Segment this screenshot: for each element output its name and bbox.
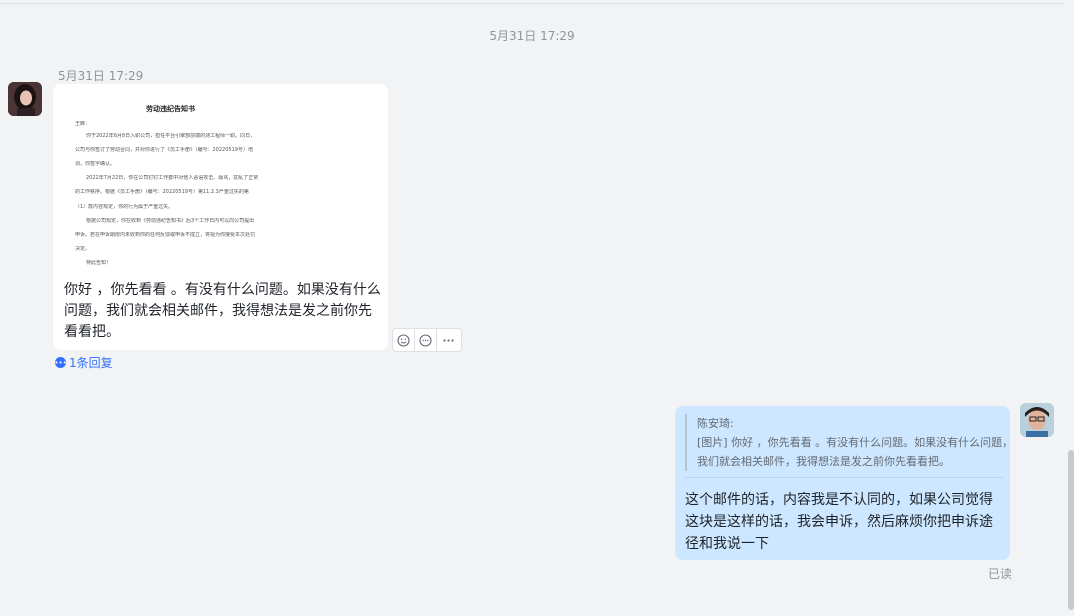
document-line: 根据公司规定，你在收到《劳动违纪告知书》后3个工作日内可以向公司提出 [86, 218, 255, 224]
avatar[interactable] [8, 82, 42, 116]
document-line: 2022年7月22日，你在公司钉钉工作群中对他人恶语攻击、辱骂，扰乱了正常 [86, 175, 259, 181]
document-line: 公司与你签订了劳动合同，并对你进行了《员工手册》（编号：20220519号）培 [75, 147, 253, 153]
reply-bubble-icon: ••• [54, 357, 67, 368]
more-icon[interactable] [437, 329, 459, 351]
date-separator: 5月31日 17:29 [489, 29, 575, 43]
quote-author: 陈安琦: [697, 417, 734, 430]
top-divider [0, 3, 1064, 4]
message-text: 这个邮件的话，内容我是不认同的，如果公司觉得这块是这样的话，我会申诉，然后麻烦你… [685, 492, 993, 552]
quote-text: [图片] 你好 ，你先看看 。有没有什么问题。如果没有什么问题，我们就会相关邮件… [697, 436, 1014, 468]
document-line: 的工作秩序。根据《员工手册》（编号：20220519号）第11.2.3严重过失的… [75, 189, 249, 195]
document-line: 特此告知！ [86, 260, 112, 266]
scrollbar[interactable] [1068, 450, 1074, 610]
document-line: （1）款内容规定，你的行为属于严重过失。 [75, 204, 174, 210]
emoji-add-icon[interactable] [393, 329, 415, 351]
document-line: 申诉。若在申诉期限内未收到你的任何反馈或申诉不成立，将视为你接受本次处罚 [75, 232, 256, 238]
document-title: 劳动违纪告知书 [146, 105, 195, 113]
read-status: 已读 [988, 567, 1013, 581]
quote-divider [685, 477, 1003, 478]
message-timestamp: 5月31日 17:29 [58, 69, 144, 83]
reply-icon[interactable] [415, 329, 437, 351]
thread-reply-link[interactable]: ••• 1条回复 [54, 354, 113, 371]
reply-count-label: 1条回复 [69, 356, 113, 370]
document-line: 王麻： [75, 121, 91, 127]
quoted-message[interactable]: 陈安琦: [图片] 你好 ，你先看看 。有没有什么问题。如果没有什么问题，我们就… [685, 414, 1015, 471]
received-message-bubble[interactable]: 劳动违纪告知书 王麻： 你于2022年6月8日入职公司，担任平台引擎部前端的测工… [53, 84, 388, 350]
document-image[interactable]: 劳动违纪告知书 王麻： 你于2022年6月8日入职公司，担任平台引擎部前端的测工… [53, 84, 388, 272]
sent-message-bubble[interactable]: 陈安琦: [图片] 你好 ，你先看看 。有没有什么问题。如果没有什么问题，我们就… [675, 406, 1013, 560]
message-action-bar [392, 328, 462, 352]
message-text: 你好 ，你先看看 。有没有什么问题。如果没有什么问题，我们就会相关邮件，我得想法… [64, 282, 381, 340]
document-line: 你于2022年6月8日入职公司，担任平台引擎部前端的测工程师一职。同日， [86, 133, 256, 139]
document-line: 决定。 [75, 246, 91, 252]
document-line: 训，你签字确认。 [75, 161, 116, 167]
avatar[interactable] [1020, 403, 1054, 437]
